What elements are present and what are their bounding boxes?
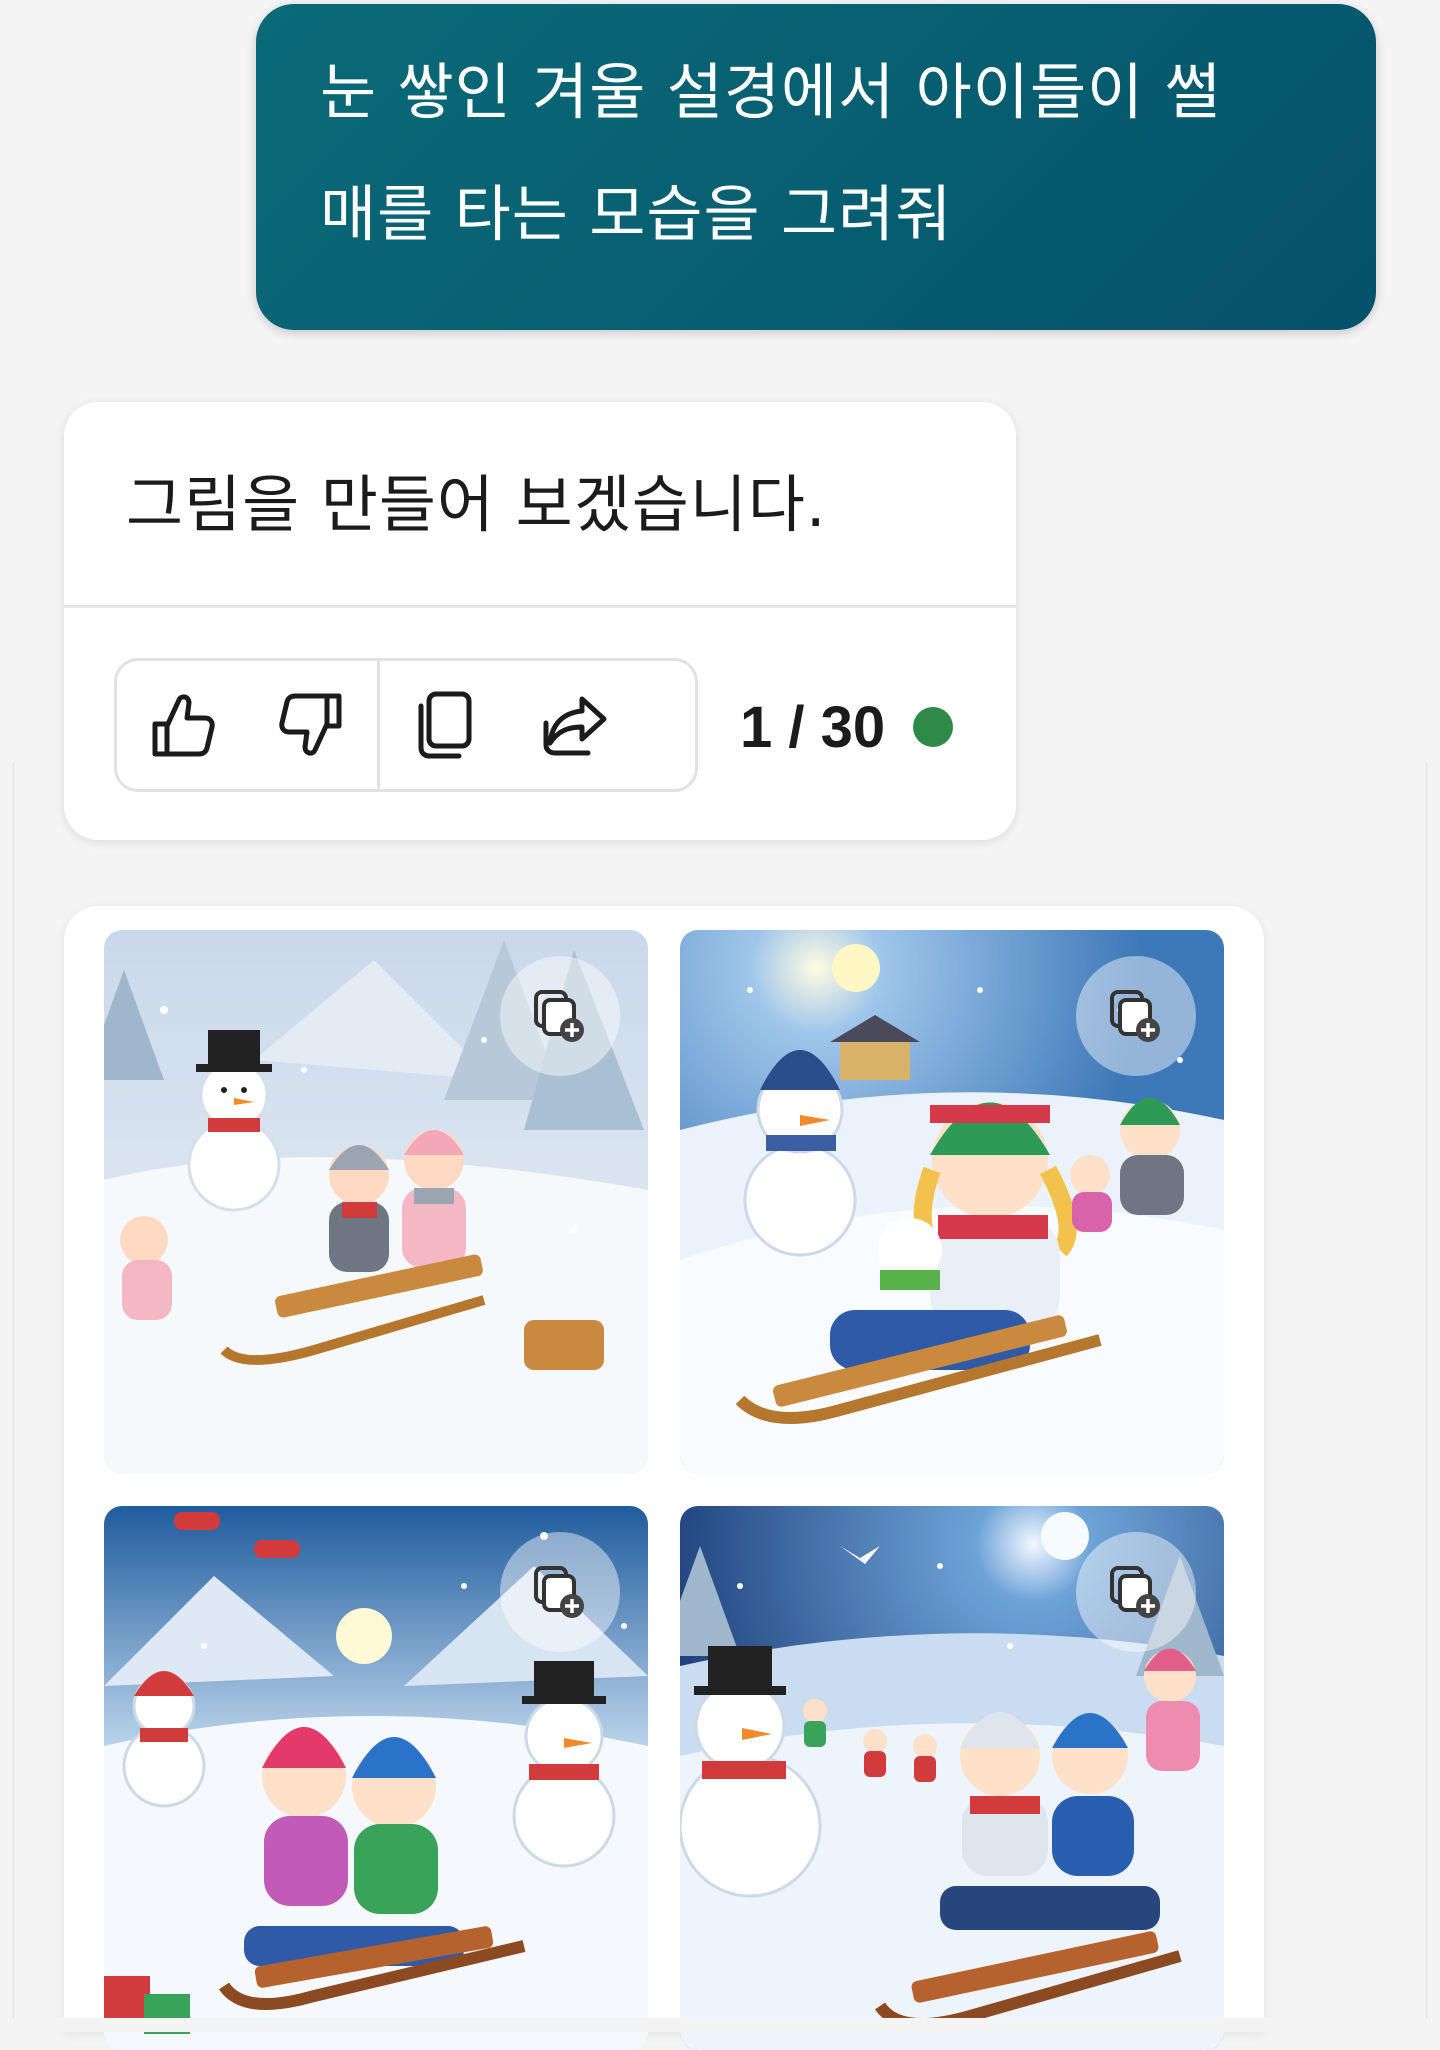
share-button[interactable]	[510, 661, 640, 789]
counter-text: 1 / 30	[740, 694, 886, 760]
share-icon	[543, 696, 607, 756]
generated-image-3[interactable]	[104, 1506, 648, 2050]
left-rail	[13, 762, 14, 2032]
add-to-collection-icon	[1110, 1566, 1160, 1618]
bot-response-text: 그림을 만들어 보겠습니다.	[126, 468, 827, 541]
like-button[interactable]	[117, 661, 247, 789]
bot-response-card: 그림을 만들어 보겠습니다. 1 / 30	[64, 402, 1016, 840]
right-rail	[1426, 762, 1427, 2032]
user-prompt-line-1: 눈 쌓인 겨울 설경에서 아이들이 썰	[320, 57, 1222, 128]
thumbs-down-icon	[279, 693, 342, 756]
user-prompt-bubble: 눈 쌓인 겨울 설경에서 아이들이 썰 매를 타는 모습을 그려줘	[256, 4, 1376, 330]
thumbs-up-icon	[152, 694, 215, 757]
add-to-collection-button[interactable]	[1076, 956, 1196, 1076]
add-to-collection-icon	[1110, 990, 1160, 1042]
user-prompt-line-2: 매를 타는 모습을 그려줘	[320, 179, 953, 250]
user-prompt-text: 눈 쌓인 겨울 설경에서 아이들이 썰 매를 타는 모습을 그려줘	[320, 32, 1316, 276]
add-to-collection-button[interactable]	[1076, 1532, 1196, 1652]
response-counter: 1 / 30	[740, 682, 954, 772]
generated-images-card	[64, 906, 1264, 2050]
feedback-action-bar	[114, 658, 698, 792]
copy-button[interactable]	[380, 661, 510, 789]
copy-icon	[418, 691, 472, 759]
response-divider	[64, 605, 1016, 608]
bottom-edge	[0, 2018, 1440, 2032]
add-to-collection-button[interactable]	[500, 956, 620, 1076]
generated-image-4[interactable]	[680, 1506, 1224, 2050]
add-to-collection-icon	[534, 990, 584, 1042]
generated-image-1[interactable]	[104, 930, 648, 1474]
generated-image-2[interactable]	[680, 930, 1224, 1474]
add-to-collection-button[interactable]	[500, 1532, 620, 1652]
status-dot	[913, 707, 954, 747]
dislike-button[interactable]	[247, 661, 377, 789]
add-to-collection-icon	[534, 1566, 584, 1618]
